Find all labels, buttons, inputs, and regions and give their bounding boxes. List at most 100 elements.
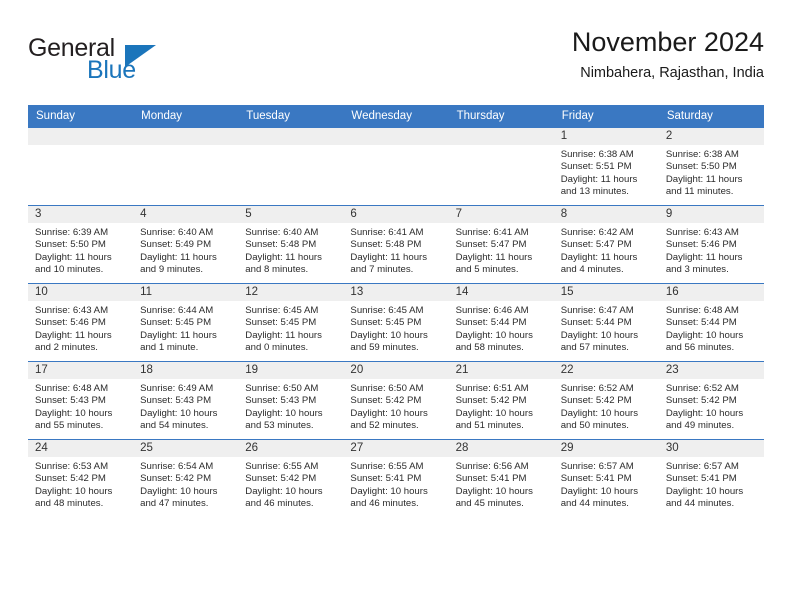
calendar-day-cell[interactable] bbox=[28, 128, 134, 206]
calendar-day-cell[interactable]: 3 Sunrise: 6:39 AM Sunset: 5:50 PM Daylight… bbox=[28, 205, 134, 284]
day-number bbox=[448, 128, 554, 145]
day-number: 18 bbox=[133, 362, 239, 379]
sunset-text: Sunset: 5:41 PM bbox=[560, 473, 632, 485]
weekday-header-sunday: Sunday bbox=[28, 105, 134, 128]
calendar-day-cell[interactable]: 6 Sunrise: 6:41 AM Sunset: 5:48 PM Daylight… bbox=[343, 205, 449, 284]
calendar-day-cell[interactable]: 22 Sunrise: 6:52 AM Sunset: 5:42 PM Dayligh… bbox=[553, 361, 659, 440]
calendar-day-cell[interactable]: 10 Sunrise: 6:43 AM Sunset: 5:46 PM Dayligh… bbox=[28, 283, 134, 362]
sunrise-text: Sunrise: 6:45 AM bbox=[350, 305, 424, 316]
daylight-text-line1: Daylight: 10 hours bbox=[560, 407, 639, 419]
sun-info: Sunrise: 6:50 AM Sunset: 5:43 PM Daylight:… bbox=[238, 379, 343, 433]
daylight-text-line1: Daylight: 10 hours bbox=[455, 485, 533, 497]
day-number: 23 bbox=[658, 362, 764, 379]
daylight-text-line2: and 46 minutes. bbox=[350, 498, 419, 510]
sunrise-text: Sunrise: 6:51 AM bbox=[455, 383, 529, 394]
calendar-day-cell[interactable]: 25 Sunrise: 6:54 AM Sunset: 5:42 PM Dayligh… bbox=[133, 439, 239, 517]
day-cell-content: 6 Sunrise: 6:41 AM Sunset: 5:48 PM Daylight… bbox=[343, 206, 449, 283]
sun-info: Sunrise: 6:54 AM Sunset: 5:42 PM Daylight:… bbox=[133, 457, 238, 511]
sun-info: Sunrise: 6:48 AM Sunset: 5:43 PM Daylight:… bbox=[28, 379, 133, 433]
day-cell-content: 14 Sunrise: 6:46 AM Sunset: 5:44 PM Dayligh… bbox=[448, 284, 554, 361]
calendar-day-cell[interactable]: 14 Sunrise: 6:46 AM Sunset: 5:44 PM Dayligh… bbox=[448, 283, 554, 362]
day-number bbox=[238, 128, 344, 145]
calendar-day-cell[interactable] bbox=[448, 128, 554, 206]
calendar-day-cell[interactable]: 21 Sunrise: 6:51 AM Sunset: 5:42 PM Dayligh… bbox=[448, 361, 554, 440]
calendar-day-cell[interactable] bbox=[238, 128, 344, 206]
calendar-day-cell[interactable]: 8 Sunrise: 6:42 AM Sunset: 5:47 PM Daylight… bbox=[553, 205, 659, 284]
day-cell-content: 16 Sunrise: 6:48 AM Sunset: 5:44 PM Dayligh… bbox=[658, 284, 764, 361]
daylight-text-line2: and 50 minutes. bbox=[560, 420, 629, 432]
sunrise-text: Sunrise: 6:49 AM bbox=[140, 383, 214, 394]
calendar-day-cell[interactable]: 7 Sunrise: 6:41 AM Sunset: 5:47 PM Daylight… bbox=[448, 205, 554, 284]
calendar-page: General Blue November 2024 Nimbahera, Ra… bbox=[0, 0, 792, 612]
day-cell-content bbox=[238, 128, 344, 205]
calendar-day-cell[interactable]: 24 Sunrise: 6:53 AM Sunset: 5:42 PM Dayligh… bbox=[28, 439, 134, 517]
sunset-text: Sunset: 5:42 PM bbox=[560, 395, 632, 407]
sunrise-text: Sunrise: 6:43 AM bbox=[665, 227, 739, 238]
sunset-text: Sunset: 5:45 PM bbox=[350, 317, 422, 329]
calendar-day-cell[interactable]: 19 Sunrise: 6:50 AM Sunset: 5:43 PM Dayligh… bbox=[238, 361, 344, 440]
day-cell-content: 1 Sunrise: 6:38 AM Sunset: 5:51 PM Daylight… bbox=[553, 128, 659, 205]
sunrise-text: Sunrise: 6:50 AM bbox=[350, 383, 424, 394]
sunset-text: Sunset: 5:48 PM bbox=[245, 239, 317, 251]
daylight-text-line2: and 45 minutes. bbox=[455, 498, 524, 510]
daylight-text-line1: Daylight: 11 hours bbox=[245, 251, 322, 263]
calendar-day-cell[interactable]: 16 Sunrise: 6:48 AM Sunset: 5:44 PM Dayligh… bbox=[658, 283, 764, 362]
calendar-day-cell[interactable]: 15 Sunrise: 6:47 AM Sunset: 5:44 PM Dayligh… bbox=[553, 283, 659, 362]
day-number bbox=[28, 128, 134, 145]
day-number: 17 bbox=[28, 362, 134, 379]
calendar-day-cell[interactable]: 13 Sunrise: 6:45 AM Sunset: 5:45 PM Dayligh… bbox=[343, 283, 449, 362]
calendar-day-cell[interactable]: 4 Sunrise: 6:40 AM Sunset: 5:49 PM Daylight… bbox=[133, 205, 239, 284]
sunset-text: Sunset: 5:41 PM bbox=[455, 473, 527, 485]
day-number bbox=[343, 128, 449, 145]
daylight-text-line1: Daylight: 10 hours bbox=[665, 329, 744, 341]
daylight-text-line2: and 0 minutes. bbox=[245, 342, 309, 354]
sun-info: Sunrise: 6:41 AM Sunset: 5:48 PM Daylight:… bbox=[343, 223, 448, 277]
calendar-week-row: 10 Sunrise: 6:43 AM Sunset: 5:46 PM Dayligh… bbox=[28, 283, 764, 362]
day-number: 3 bbox=[28, 206, 134, 223]
daylight-text-line2: and 51 minutes. bbox=[455, 420, 524, 432]
calendar-day-cell[interactable]: 17 Sunrise: 6:48 AM Sunset: 5:43 PM Dayligh… bbox=[28, 361, 134, 440]
calendar-day-cell[interactable]: 18 Sunrise: 6:49 AM Sunset: 5:43 PM Dayligh… bbox=[133, 361, 239, 440]
daylight-text-line2: and 5 minutes. bbox=[455, 264, 519, 276]
calendar-day-cell[interactable]: 29 Sunrise: 6:57 AM Sunset: 5:41 PM Dayligh… bbox=[553, 439, 659, 517]
sunrise-text: Sunrise: 6:47 AM bbox=[560, 305, 634, 316]
calendar-day-cell[interactable]: 1 Sunrise: 6:38 AM Sunset: 5:51 PM Daylight… bbox=[553, 128, 659, 206]
calendar-day-cell[interactable]: 20 Sunrise: 6:50 AM Sunset: 5:42 PM Dayligh… bbox=[343, 361, 449, 440]
day-number: 12 bbox=[238, 284, 344, 301]
calendar-day-cell[interactable]: 11 Sunrise: 6:44 AM Sunset: 5:45 PM Dayligh… bbox=[133, 283, 239, 362]
title-block: November 2024 Nimbahera, Rajasthan, Indi… bbox=[572, 26, 764, 84]
day-number: 29 bbox=[553, 440, 659, 457]
sunrise-text: Sunrise: 6:52 AM bbox=[665, 383, 739, 394]
daylight-text-line2: and 58 minutes. bbox=[455, 342, 524, 354]
day-number: 28 bbox=[448, 440, 554, 457]
calendar-day-cell[interactable]: 28 Sunrise: 6:56 AM Sunset: 5:41 PM Dayligh… bbox=[448, 439, 554, 517]
daylight-text-line1: Daylight: 11 hours bbox=[35, 329, 112, 341]
daylight-text-line1: Daylight: 10 hours bbox=[665, 407, 744, 419]
calendar-day-cell[interactable]: 30 Sunrise: 6:57 AM Sunset: 5:41 PM Dayligh… bbox=[658, 439, 764, 517]
sunrise-text: Sunrise: 6:46 AM bbox=[455, 305, 529, 316]
day-cell-content: 12 Sunrise: 6:45 AM Sunset: 5:45 PM Dayligh… bbox=[238, 284, 344, 361]
weekday-header-tuesday: Tuesday bbox=[238, 105, 344, 128]
calendar-day-cell[interactable] bbox=[133, 128, 239, 206]
calendar-day-cell[interactable]: 9 Sunrise: 6:43 AM Sunset: 5:46 PM Daylight… bbox=[658, 205, 764, 284]
sunset-text: Sunset: 5:44 PM bbox=[455, 317, 527, 329]
calendar-day-cell[interactable]: 2 Sunrise: 6:38 AM Sunset: 5:50 PM Daylight… bbox=[658, 128, 764, 206]
day-number: 6 bbox=[343, 206, 449, 223]
calendar-day-cell[interactable]: 12 Sunrise: 6:45 AM Sunset: 5:45 PM Dayligh… bbox=[238, 283, 344, 362]
calendar-day-cell[interactable]: 27 Sunrise: 6:55 AM Sunset: 5:41 PM Dayligh… bbox=[343, 439, 449, 517]
calendar-day-cell[interactable] bbox=[343, 128, 449, 206]
sunset-text: Sunset: 5:41 PM bbox=[350, 473, 422, 485]
calendar-day-cell[interactable]: 5 Sunrise: 6:40 AM Sunset: 5:48 PM Daylight… bbox=[238, 205, 344, 284]
day-cell-content: 23 Sunrise: 6:52 AM Sunset: 5:42 PM Dayligh… bbox=[658, 362, 764, 439]
daylight-text-line2: and 2 minutes. bbox=[35, 342, 98, 354]
weekday-header-monday: Monday bbox=[133, 105, 239, 128]
general-blue-logo[interactable]: General Blue bbox=[28, 34, 258, 96]
sunset-text: Sunset: 5:43 PM bbox=[245, 395, 317, 407]
daylight-text-line1: Daylight: 10 hours bbox=[35, 407, 113, 419]
daylight-text-line1: Daylight: 11 hours bbox=[140, 329, 217, 341]
calendar-day-cell[interactable]: 26 Sunrise: 6:55 AM Sunset: 5:42 PM Dayligh… bbox=[238, 439, 344, 517]
day-cell-content: 8 Sunrise: 6:42 AM Sunset: 5:47 PM Daylight… bbox=[553, 206, 659, 283]
sunrise-text: Sunrise: 6:43 AM bbox=[35, 305, 109, 316]
sunset-text: Sunset: 5:46 PM bbox=[35, 317, 106, 329]
calendar-day-cell[interactable]: 23 Sunrise: 6:52 AM Sunset: 5:42 PM Dayligh… bbox=[658, 361, 764, 440]
